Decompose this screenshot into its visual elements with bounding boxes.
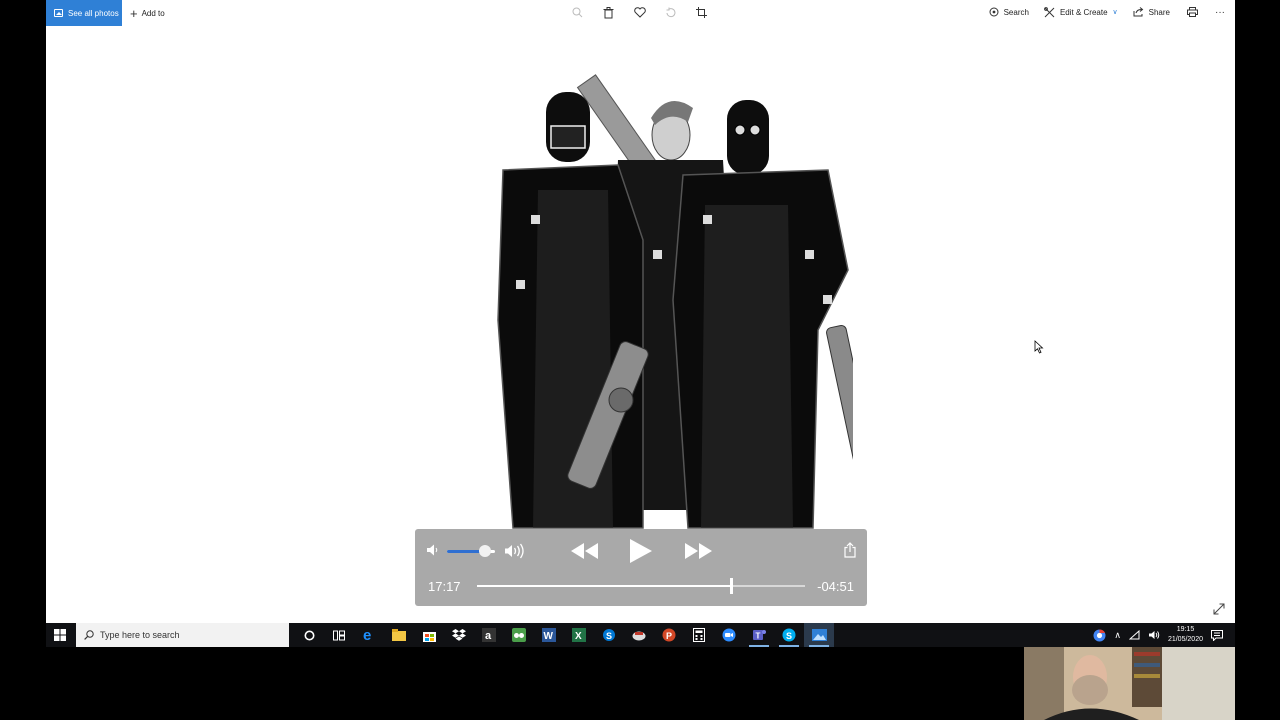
webcam-video-feed [1024, 647, 1235, 720]
clock-date: 21/05/2020 [1167, 636, 1203, 643]
delete-icon[interactable] [601, 5, 616, 20]
svg-text:S: S [786, 631, 792, 641]
crop-icon[interactable] [694, 5, 709, 20]
cloud-app-icon[interactable] [624, 623, 654, 647]
rotate-icon[interactable] [663, 5, 678, 20]
svg-text:T: T [756, 632, 761, 641]
windows-start-icon[interactable] [54, 629, 66, 641]
chevron-down-icon: ∨ [1112, 9, 1118, 16]
search-label: Search [1003, 7, 1029, 17]
fullscreen-icon[interactable] [1213, 603, 1225, 615]
artwork-image [497, 74, 853, 529]
volume-slider-knob[interactable] [479, 545, 492, 557]
taskbar-apps: e a W X S P T S [294, 623, 834, 647]
print-icon[interactable] [1185, 5, 1200, 20]
plus-icon: + [130, 5, 138, 21]
heart-icon[interactable] [632, 5, 647, 20]
excel-icon[interactable]: X [564, 623, 594, 647]
dropbox-icon[interactable] [444, 623, 474, 647]
skype-business-icon[interactable]: S [594, 623, 624, 647]
playback-progress-bar[interactable] [477, 578, 805, 594]
right-toolbar: Search Edit & Create ∨ Share ··· [989, 0, 1225, 24]
edit-create-icon [1044, 6, 1055, 17]
powerpoint-icon[interactable]: P [654, 623, 684, 647]
zoom-icon[interactable] [570, 5, 585, 20]
add-to-label: Add to [141, 8, 165, 18]
clock-time: 19:15 [1176, 626, 1195, 633]
task-view-icon[interactable] [324, 623, 354, 647]
play-icon[interactable] [629, 538, 653, 564]
volume-low-icon[interactable] [426, 543, 440, 557]
see-all-photos-button[interactable]: See all photos [46, 0, 122, 26]
speaker-icon[interactable] [1148, 630, 1160, 640]
cortana-icon[interactable] [294, 623, 324, 647]
system-tray: ∧ 19:15 21/05/2020 [1093, 623, 1235, 647]
svg-text:W: W [544, 631, 554, 642]
svg-text:e: e [363, 628, 371, 642]
notifications-icon[interactable] [1211, 629, 1223, 641]
search-placeholder: Type here to search [100, 630, 180, 640]
media-player-controls: 17:17 -04:51 [415, 529, 867, 606]
chrome-profile-icon[interactable] [1093, 628, 1106, 642]
system-clock[interactable]: 19:15 21/05/2020 [1168, 625, 1203, 645]
windows-taskbar: Type here to search e a W X S P T S ∧ 19… [46, 623, 1235, 647]
share-icon [1133, 7, 1143, 17]
photos-icon [54, 9, 63, 17]
tripadvisor-icon[interactable] [504, 623, 534, 647]
add-to-button[interactable]: + Add to [130, 0, 165, 26]
svg-text:X: X [575, 631, 582, 642]
skype-icon[interactable]: S [774, 623, 804, 647]
volume-high-icon[interactable] [504, 543, 526, 559]
search-icon [84, 630, 94, 640]
search-icon [989, 7, 999, 17]
remaining-time: -04:51 [817, 579, 854, 594]
playback-scrubber[interactable] [730, 578, 734, 594]
svg-text:S: S [606, 631, 612, 641]
svg-text:a: a [485, 630, 492, 642]
photos-app-icon[interactable] [804, 623, 834, 647]
zoom-app-icon[interactable] [714, 623, 744, 647]
edit-create-button[interactable]: Edit & Create ∨ [1044, 6, 1118, 18]
teams-icon[interactable]: T [744, 623, 774, 647]
search-button[interactable]: Search [989, 7, 1029, 17]
chevron-up-icon[interactable]: ∧ [1114, 630, 1121, 641]
network-icon[interactable] [1128, 630, 1140, 640]
playback-progress-fill [477, 585, 732, 587]
center-toolbar [570, 5, 709, 20]
word-icon[interactable]: W [534, 623, 564, 647]
photos-toolbar: See all photos + Add to Search Edit & Cr… [46, 0, 1235, 26]
edit-create-label: Edit & Create [1059, 7, 1108, 17]
edge-browser-icon[interactable]: e [354, 623, 384, 647]
current-time: 17:17 [428, 579, 461, 594]
share-export-icon[interactable] [844, 542, 856, 558]
store-icon[interactable] [414, 623, 444, 647]
file-explorer-icon[interactable] [384, 623, 414, 647]
share-button[interactable]: Share [1133, 7, 1170, 17]
calculator-icon[interactable] [684, 623, 714, 647]
taskbar-search-box[interactable]: Type here to search [76, 623, 289, 647]
mouse-cursor-icon [1034, 340, 1044, 354]
fast-forward-icon[interactable] [683, 542, 713, 560]
see-all-photos-label: See all photos [68, 8, 119, 18]
amazon-icon[interactable]: a [474, 623, 504, 647]
svg-text:P: P [666, 631, 672, 641]
share-label: Share [1148, 7, 1170, 17]
more-options-button[interactable]: ··· [1215, 7, 1225, 18]
rewind-icon[interactable] [570, 542, 600, 560]
